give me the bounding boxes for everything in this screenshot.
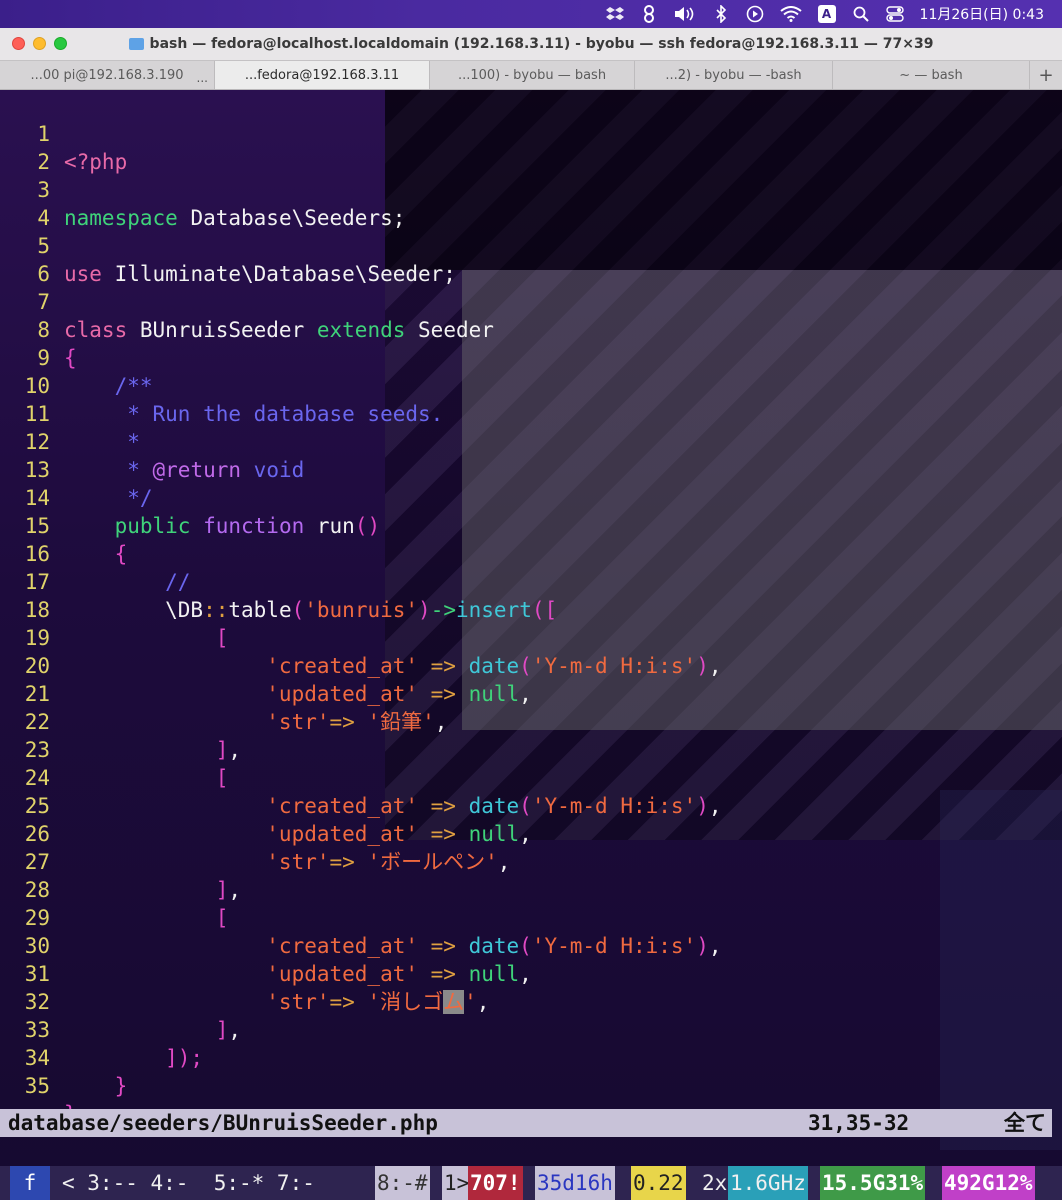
code-line: 25 'updated_at' => null, (0, 764, 1062, 846)
tab-bar: ...00 pi@192.168.3.190 ... ...fedora@192… (0, 60, 1062, 90)
code-line: 26 'str'=> 'ボールペン', (0, 792, 1062, 874)
status-filename: database/seeders/BUnruisSeeder.php (8, 1111, 438, 1135)
code-line: 19 'created_at' => date('Y-m-d H:i:s'), (0, 596, 1062, 678)
tab-overflow-indicator: ... (196, 71, 208, 85)
tab-byobu-bash-1[interactable]: ...100) - byobu — bash (430, 61, 635, 89)
tab-label: ...100) - byobu — bash (457, 67, 607, 83)
code-line: 30 'updated_at' => null, (0, 904, 1062, 986)
status-scroll-indicator: 全て (1004, 1111, 1046, 1135)
code-line: 14 public function run() (0, 456, 1062, 538)
vim-status-line: database/seeders/BUnruisSeeder.php 31,35… (0, 1109, 1052, 1137)
tab-byobu-bash-2[interactable]: ...2) - byobu — -bash (635, 61, 833, 89)
byobu-window-list[interactable]: < 3:-- 4:- 5:-* 7:- (60, 1166, 317, 1200)
wifi-icon[interactable] (779, 4, 802, 24)
play-icon[interactable] (746, 4, 764, 24)
byobu-window-1[interactable]: 1> (442, 1166, 472, 1200)
code-line: 11 * (0, 372, 1062, 454)
code-line: 15 { (0, 484, 1062, 566)
control-center-icon[interactable] (885, 4, 904, 24)
code-line: 29 'created_at' => date('Y-m-d H:i:s'), (0, 876, 1062, 958)
byobu-status-bar: f < 3:-- 4:- 5:-* 7:- 8:-# 1> 707! 35d16… (0, 1166, 1062, 1200)
menubar-clock[interactable]: 11月26日(日) 0:43 (920, 4, 1044, 24)
window-titlebar[interactable]: bash — fedora@localhost.localdomain (192… (0, 28, 1062, 60)
byobu-disk-usage: 492G12% (942, 1166, 1035, 1200)
code-line: 9 /** (0, 316, 1062, 398)
code-line: 28 [ (0, 848, 1062, 930)
code-line: 22 ], (0, 680, 1062, 762)
byobu-load-average: 0.22 (631, 1166, 686, 1200)
byobu-cpu-frequency: 1.6GHz (728, 1166, 808, 1200)
tab-home-bash[interactable]: ~ — bash (833, 61, 1030, 89)
folder-icon (128, 38, 144, 50)
adobe-cc-icon[interactable] (640, 4, 658, 24)
code-line: 8 { (0, 288, 1062, 370)
byobu-cpu-count: 2x (702, 1171, 728, 1195)
code-line: 31 'str'=> '消しゴム', (0, 932, 1062, 1014)
terminal-window: bash — fedora@localhost.localdomain (192… (0, 28, 1062, 1200)
empty-buffer-line: ~ (0, 1068, 1062, 1122)
code-line: 27 ], (0, 820, 1062, 902)
code-line: 23 [ (0, 708, 1062, 790)
byobu-updates-available: 707! (468, 1166, 523, 1200)
byobu-uptime: 35d16h (535, 1166, 615, 1200)
code-line: 21 'str'=> '鉛筆', (0, 652, 1062, 734)
code-line: 17 \DB::table('bunruis')->insert([ (0, 540, 1062, 622)
status-cursor-position: 31,35-32 (808, 1111, 910, 1135)
tab-label: ...2) - byobu — -bash (665, 67, 802, 83)
byobu-window-8[interactable]: 8:-# (375, 1166, 430, 1200)
bluetooth-icon[interactable] (712, 4, 730, 24)
window-title-text: bash — fedora@localhost.localdomain (192… (149, 36, 934, 52)
add-tab-button[interactable]: + (1030, 61, 1062, 89)
dropbox-icon[interactable] (605, 4, 624, 24)
byobu-session[interactable]: f (10, 1166, 50, 1200)
volume-icon[interactable] (674, 4, 696, 24)
input-method-icon[interactable]: A (817, 5, 836, 23)
code-line: 1 <?php (0, 92, 1062, 174)
code-line: 33 ]); (0, 988, 1062, 1070)
code-line: 10 * Run the database seeds. (0, 344, 1062, 426)
code-line: 34 } (0, 1016, 1062, 1098)
tab-label: ...00 pi@192.168.3.190 (30, 67, 184, 83)
tab-pi[interactable]: ...00 pi@192.168.3.190 ... (0, 61, 215, 89)
code-line: 7 class BUnruisSeeder extends Seeder (0, 260, 1062, 342)
code-line: 32 ], (0, 960, 1062, 1042)
tab-label: ~ — bash (899, 67, 963, 83)
code-line: 18 [ (0, 568, 1062, 650)
code-line: 2 (0, 120, 1062, 174)
code-line: 16 // (0, 512, 1062, 594)
code-line: 6 (0, 232, 1062, 286)
code-line: 4 (0, 176, 1062, 230)
window-title: bash — fedora@localhost.localdomain (192… (0, 28, 1062, 60)
code-line: 13 */ (0, 428, 1062, 510)
tab-label: ...fedora@192.168.3.11 (244, 67, 400, 83)
byobu-memory-usage: 15.5G31% (820, 1166, 926, 1200)
code-line: 3 namespace Database\Seeders; (0, 148, 1062, 230)
code-line: 5 use Illuminate\Database\Seeder; (0, 204, 1062, 286)
macos-menubar: A 11月26日(日) 0:43 (0, 0, 1062, 28)
terminal-content[interactable]: 1 <?php 2 3 namespace Database\Seeders; … (0, 90, 1062, 1200)
search-icon[interactable] (852, 4, 870, 24)
code-line: 20 'updated_at' => null, (0, 624, 1062, 706)
tab-fedora[interactable]: ...fedora@192.168.3.11 (215, 61, 430, 89)
code-line: 24 'created_at' => date('Y-m-d H:i:s'), (0, 736, 1062, 818)
code-line: 12 * @return void (0, 400, 1062, 482)
